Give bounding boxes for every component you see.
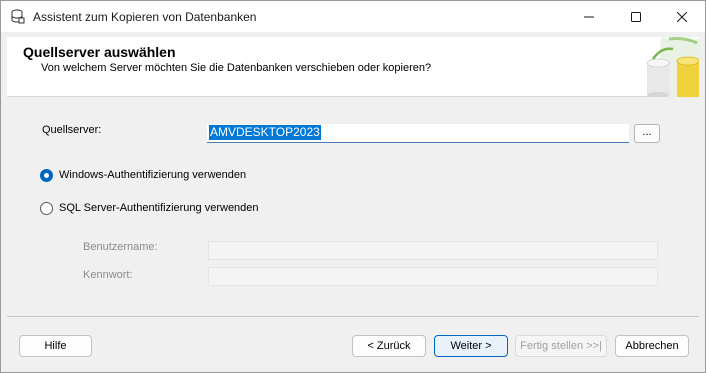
back-button[interactable]: < Zurück bbox=[352, 335, 426, 357]
database-icon bbox=[11, 9, 25, 24]
database-cylinders-icon bbox=[639, 37, 700, 98]
close-icon bbox=[677, 11, 687, 22]
source-server-label: Quellserver: bbox=[42, 124, 102, 136]
page-title: Quellserver auswählen bbox=[23, 44, 176, 60]
windows-auth-label[interactable]: Windows-Authentifizierung verwenden bbox=[59, 169, 246, 181]
password-input[interactable] bbox=[208, 267, 658, 286]
sql-auth-radio[interactable] bbox=[40, 202, 53, 215]
password-label: Kennwort: bbox=[83, 269, 133, 281]
cancel-button[interactable]: Abbrechen bbox=[615, 335, 689, 357]
windows-auth-radio[interactable] bbox=[40, 169, 53, 182]
sql-auth-label[interactable]: SQL Server-Authentifizierung verwenden bbox=[59, 202, 259, 214]
source-server-input[interactable]: AMVDESKTOP2023 bbox=[207, 124, 629, 143]
username-input[interactable] bbox=[208, 241, 658, 260]
source-server-value: AMVDESKTOP2023 bbox=[209, 125, 321, 140]
finish-button[interactable]: Fertig stellen >>| bbox=[515, 335, 607, 357]
browse-server-button[interactable]: ... bbox=[634, 124, 660, 143]
window-title: Assistent zum Kopieren von Datenbanken bbox=[33, 10, 257, 24]
next-button[interactable]: Weiter > bbox=[434, 335, 508, 357]
maximize-icon bbox=[631, 11, 641, 22]
footer-divider bbox=[7, 316, 699, 317]
help-button[interactable]: Hilfe bbox=[19, 335, 92, 357]
maximize-button[interactable] bbox=[613, 1, 659, 32]
close-button[interactable] bbox=[659, 1, 705, 32]
page-subtitle: Von welchem Server möchten Sie die Daten… bbox=[41, 62, 432, 74]
wizard-window: Assistent zum Kopieren von Datenbanken Q… bbox=[0, 0, 706, 373]
minimize-icon bbox=[584, 12, 594, 22]
minimize-button[interactable] bbox=[566, 1, 612, 32]
username-label: Benutzername: bbox=[83, 241, 158, 253]
title-bar[interactable]: Assistent zum Kopieren von Datenbanken bbox=[1, 1, 705, 32]
wizard-header: Quellserver auswählen Von welchem Server… bbox=[7, 37, 700, 98]
